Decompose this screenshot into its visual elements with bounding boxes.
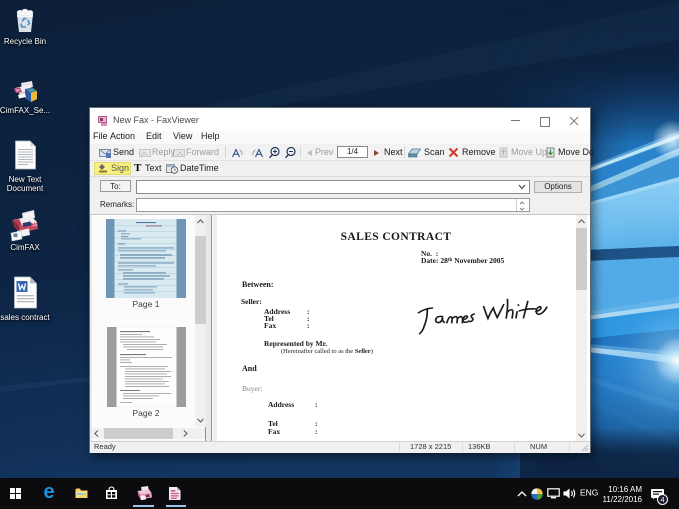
svg-text:10:16 AM: 10:16 AM — [608, 485, 642, 494]
svg-text:11/22/2016: 11/22/2016 — [603, 495, 643, 504]
